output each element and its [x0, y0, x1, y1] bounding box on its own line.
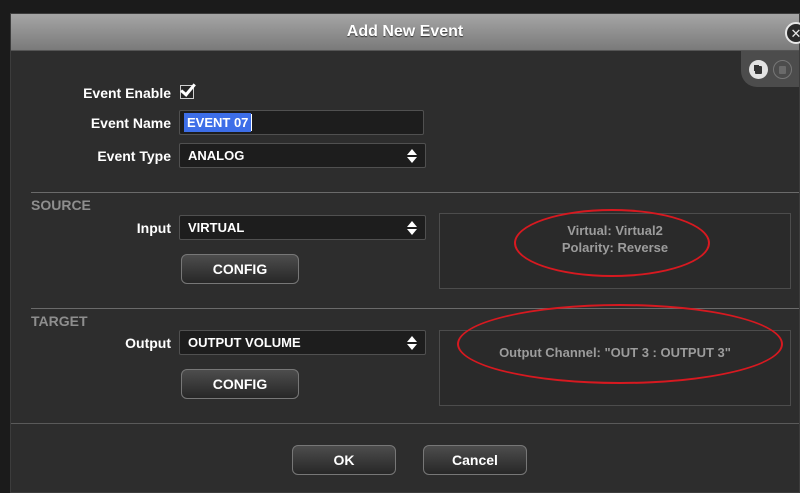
source-info-line: Virtual: Virtual2: [567, 223, 663, 238]
input-select[interactable]: VIRTUAL: [179, 215, 426, 240]
copy-icon[interactable]: [749, 60, 768, 79]
source-config-button[interactable]: CONFIG: [181, 254, 299, 284]
event-name-label: Event Name: [90, 115, 171, 131]
event-type-label: Event Type: [97, 148, 171, 164]
ok-button[interactable]: OK: [292, 445, 396, 475]
source-info-line: Polarity: Reverse: [561, 240, 669, 255]
event-name-value: EVENT 07: [184, 113, 252, 132]
select-arrows-icon: [407, 335, 417, 351]
paste-icon[interactable]: [773, 60, 792, 79]
input-value: VIRTUAL: [188, 220, 245, 235]
target-info-line: Output Channel: "OUT 3 : OUTPUT 3": [499, 345, 731, 360]
source-section-label: SOURCE: [31, 197, 91, 213]
source-info-box: Virtual: Virtual2 Polarity: Reverse: [439, 213, 791, 289]
cancel-button[interactable]: Cancel: [423, 445, 527, 475]
input-label: Input: [136, 220, 171, 236]
target-section-label: TARGET: [31, 313, 88, 329]
select-arrows-icon: [407, 220, 417, 236]
text-caret: [251, 114, 253, 131]
event-name-input[interactable]: EVENT 07: [179, 110, 424, 135]
source-divider: [31, 192, 799, 193]
title-bar[interactable]: Add New Event ✕: [11, 14, 800, 51]
output-value: OUTPUT VOLUME: [188, 335, 301, 350]
event-enable-label: Event Enable: [83, 85, 171, 101]
event-type-value: ANALOG: [188, 148, 245, 163]
event-enable-checkbox[interactable]: [180, 85, 194, 99]
footer-divider: [11, 423, 799, 424]
target-info-box: Output Channel: "OUT 3 : OUTPUT 3": [439, 330, 791, 406]
dialog-title: Add New Event: [346, 23, 464, 40]
target-divider: [31, 308, 799, 309]
output-select[interactable]: OUTPUT VOLUME: [179, 330, 426, 355]
add-event-dialog: Add New Event ✕ Event Enable Event Name …: [10, 13, 800, 493]
close-icon[interactable]: ✕: [785, 22, 800, 44]
event-type-select[interactable]: ANALOG: [179, 143, 426, 168]
target-config-button[interactable]: CONFIG: [181, 369, 299, 399]
copy-paste-toolbar: [741, 51, 799, 87]
output-label: Output: [125, 335, 171, 351]
select-arrows-icon: [407, 148, 417, 164]
